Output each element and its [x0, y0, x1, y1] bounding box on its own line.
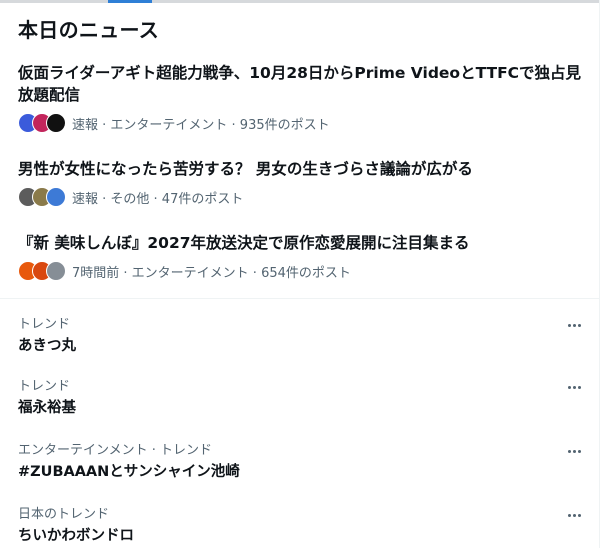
trend-context: トレンド	[18, 379, 71, 394]
trend-context: トレンド	[18, 317, 71, 332]
news-headline[interactable]: 仮面ライダーアギト超能力戦争、10月28日からPrime VideoとTTFCで…	[18, 62, 590, 106]
more-horizontal-icon[interactable]	[564, 442, 584, 460]
news-meta: 速報 · エンターテイメント · 935件のポスト	[18, 112, 590, 134]
news-meta: 速報 · その他 · 47件のポスト	[18, 186, 590, 208]
news-item[interactable]: 仮面ライダーアギト超能力戦争、10月28日からPrime VideoとTTFCで…	[18, 62, 590, 134]
trend-item[interactable]: トレンド あきつ丸	[18, 316, 584, 356]
avatar	[46, 113, 66, 133]
avatar-stack	[18, 113, 66, 133]
trend-item[interactable]: トレンド 福永裕基	[18, 378, 584, 418]
trend-name[interactable]: #ZUBAAANとサンシャイン池崎	[18, 462, 584, 482]
trend-context: 日本のトレンド	[18, 507, 110, 522]
news-item[interactable]: 男性が女性になったら苦労する？ 男女の生きづらさ議論が広がる 速報 · その他 …	[18, 158, 590, 208]
avatar-stack	[18, 187, 66, 207]
more-horizontal-icon[interactable]	[564, 316, 584, 334]
news-meta-text: 速報 · エンターテイメント · 935件のポスト	[72, 117, 330, 133]
top-accent-bar	[108, 0, 152, 3]
avatar	[46, 261, 66, 281]
more-horizontal-icon[interactable]	[564, 378, 584, 396]
news-headline[interactable]: 男性が女性になったら苦労する？ 男女の生きづらさ議論が広がる	[18, 158, 590, 180]
more-horizontal-icon[interactable]	[564, 506, 584, 524]
news-meta-text: 速報 · その他 · 47件のポスト	[72, 191, 244, 207]
section-divider	[0, 298, 600, 299]
trend-item[interactable]: 日本のトレンド ちいかわボンドロ	[18, 506, 584, 546]
avatar-stack	[18, 261, 66, 281]
news-item[interactable]: 『新 美味しんぼ』2027年放送決定で原作恋愛展開に注目集まる 7時間前 · エ…	[18, 232, 590, 282]
trend-name[interactable]: ちいかわボンドロ	[18, 526, 584, 546]
top-border	[0, 0, 600, 3]
news-meta: 7時間前 · エンターテイメント · 654件のポスト	[18, 260, 590, 282]
news-headline[interactable]: 『新 美味しんぼ』2027年放送決定で原作恋愛展開に注目集まる	[18, 232, 590, 254]
trend-context: エンターテインメント · トレンド	[18, 443, 213, 458]
news-meta-text: 7時間前 · エンターテイメント · 654件のポスト	[72, 265, 351, 281]
trend-item[interactable]: エンターテインメント · トレンド #ZUBAAANとサンシャイン池崎	[18, 442, 584, 482]
avatar	[46, 187, 66, 207]
section-title: 本日のニュース	[18, 18, 160, 42]
trend-name[interactable]: 福永裕基	[18, 398, 584, 418]
trend-name[interactable]: あきつ丸	[18, 336, 584, 356]
